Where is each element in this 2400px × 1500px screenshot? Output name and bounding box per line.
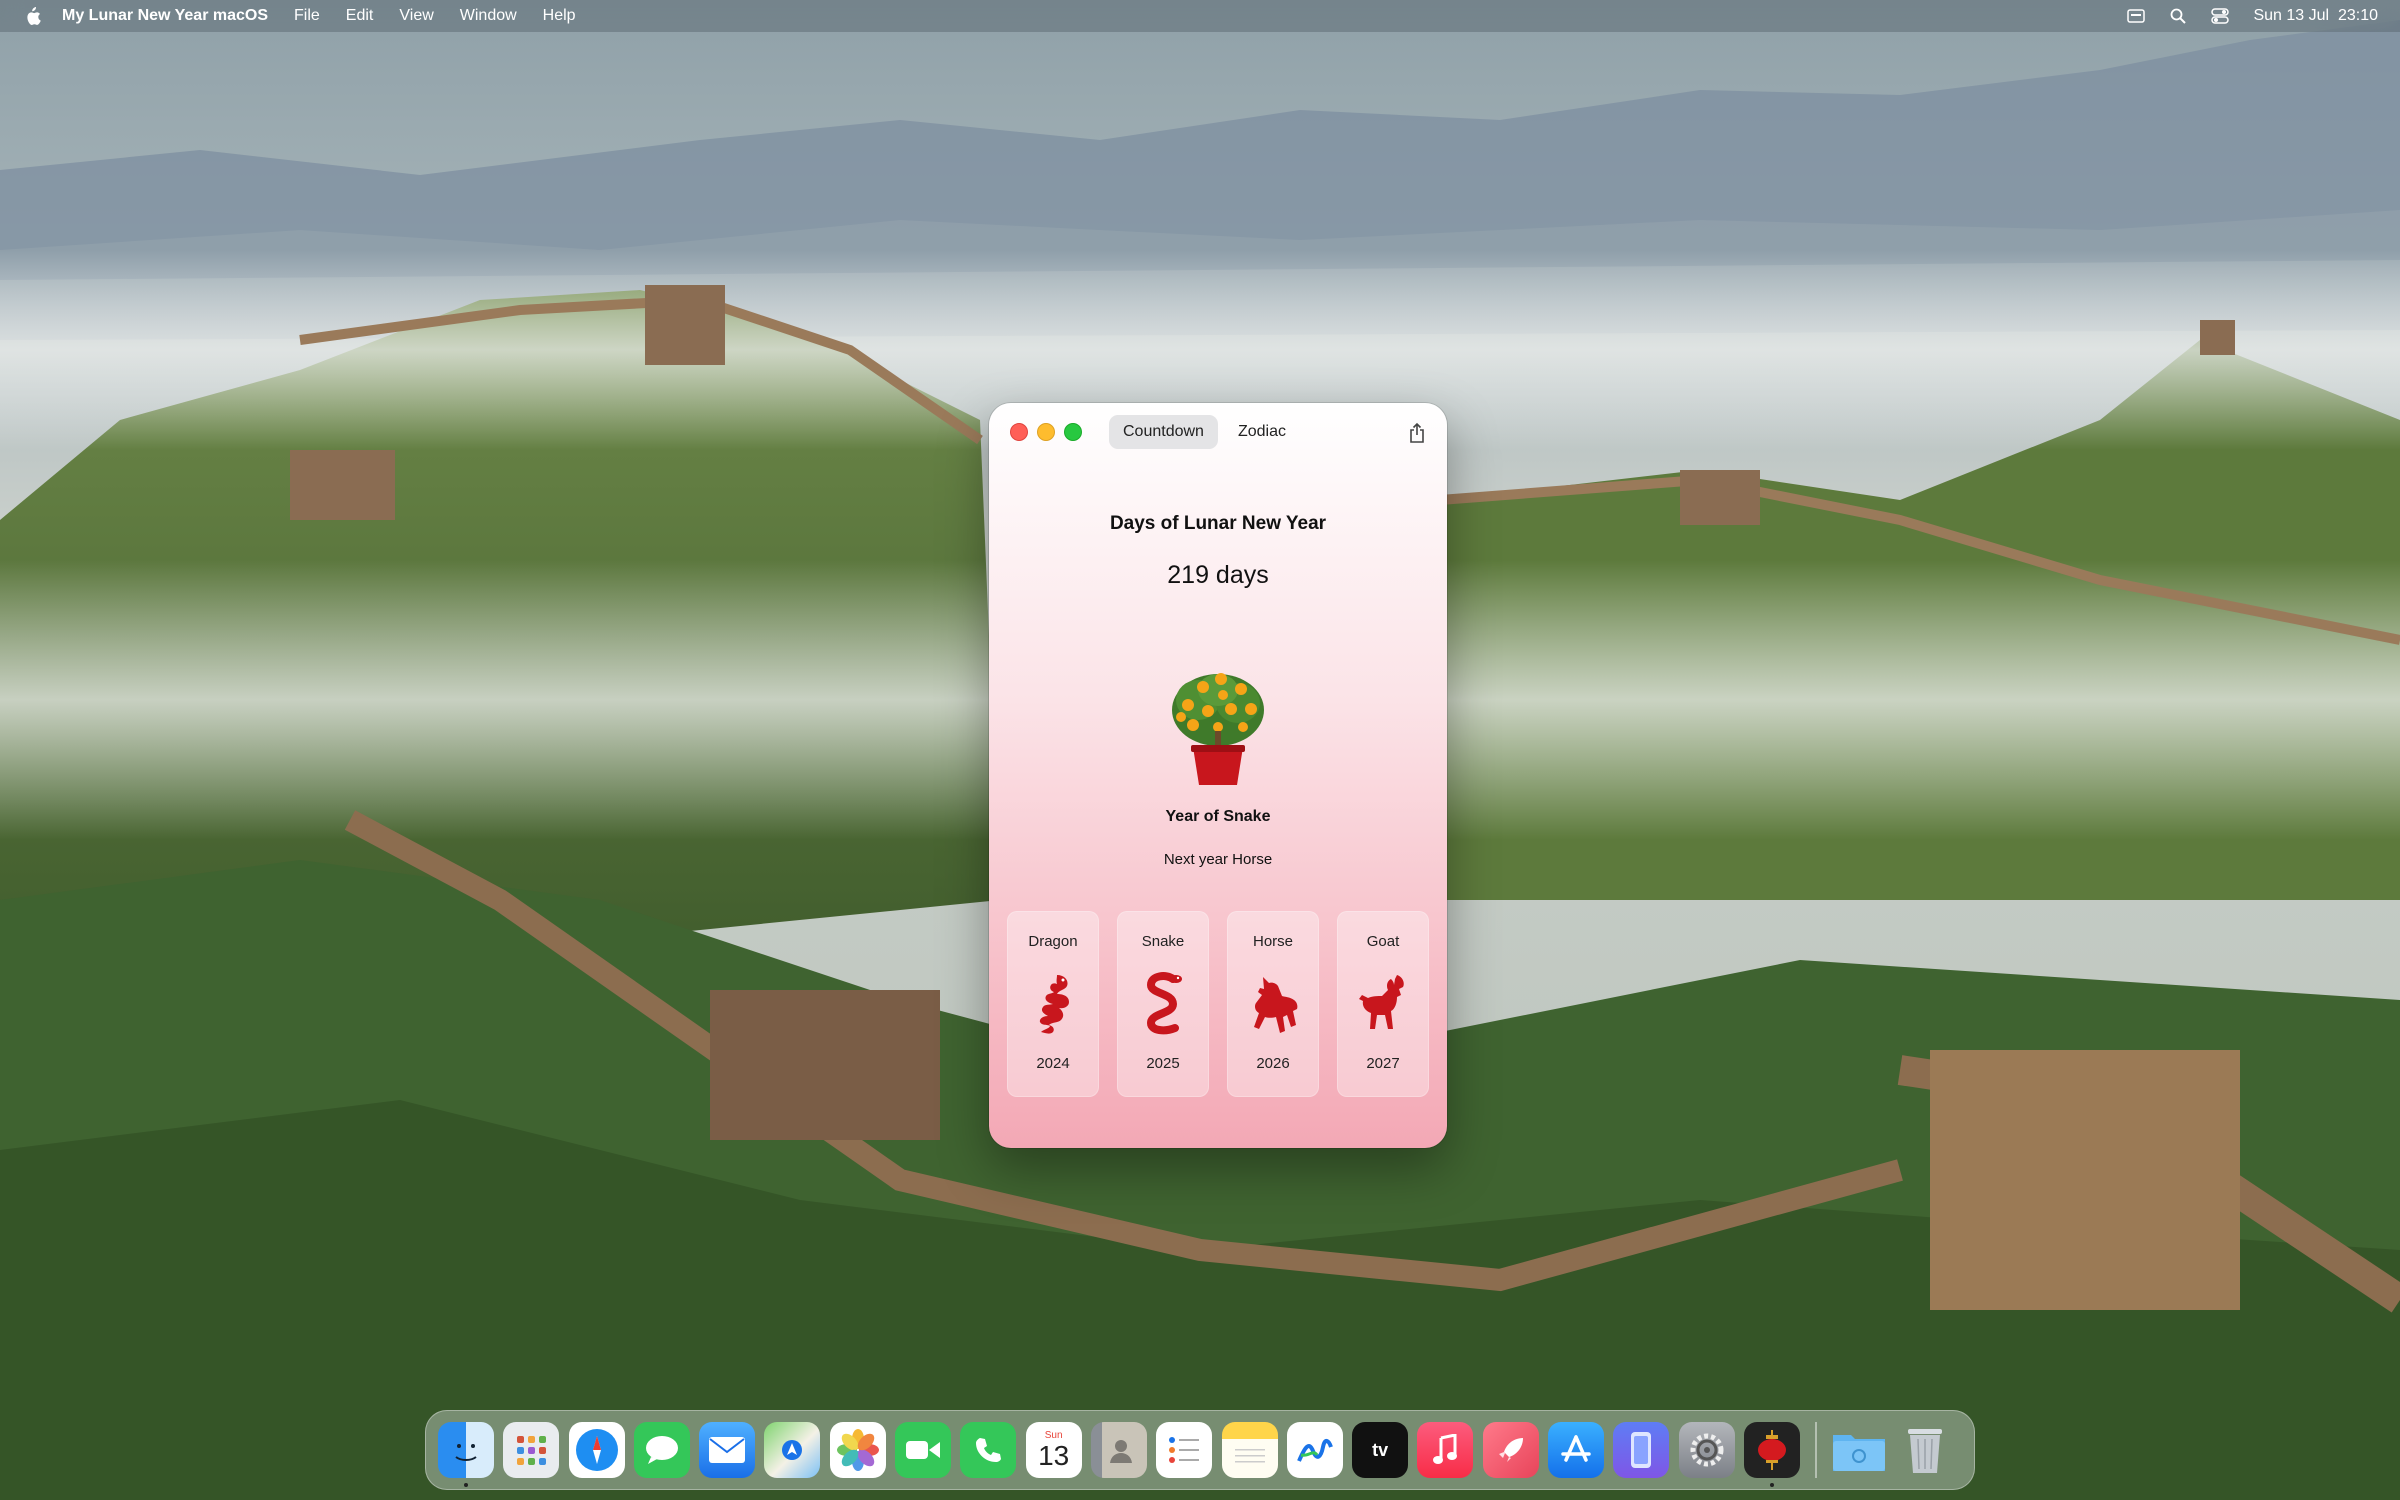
zodiac-card-year: 2027 (1366, 1055, 1400, 1072)
menu-window[interactable]: Window (460, 7, 517, 25)
zodiac-card-name: Dragon (1028, 933, 1078, 950)
messages-icon (634, 1422, 690, 1478)
menu-file[interactable]: File (294, 7, 320, 25)
rocket-icon (1483, 1422, 1539, 1478)
dock-finder[interactable] (438, 1422, 494, 1487)
dragon-icon (1039, 975, 1069, 1034)
dock-app-store[interactable] (1548, 1422, 1605, 1478)
dock-music[interactable] (1417, 1422, 1474, 1478)
dock-contacts[interactable] (1090, 1422, 1147, 1478)
dock-mail[interactable] (699, 1422, 756, 1478)
reminders-icon (1156, 1422, 1212, 1478)
zodiac-card-name: Snake (1141, 933, 1185, 950)
mail-icon (699, 1422, 755, 1478)
phone-icon (960, 1422, 1016, 1478)
menu-bar: My Lunar New Year macOS File Edit View W… (0, 0, 2400, 32)
dock-trash[interactable] (1897, 1422, 1953, 1478)
zodiac-card-year: 2024 (1036, 1055, 1070, 1072)
dock-launchpad[interactable] (503, 1422, 560, 1478)
next-zodiac-year: Next year Horse (1163, 851, 1273, 868)
app-window: Countdown Zodiac Days of Lunar New Year … (989, 403, 1447, 1148)
apple-tv-icon: tv (1372, 1439, 1389, 1460)
dock-rocket[interactable] (1482, 1422, 1539, 1478)
app-menu-name[interactable]: My Lunar New Year macOS (62, 7, 268, 25)
dock-photos[interactable] (829, 1422, 886, 1478)
maps-icon (764, 1422, 820, 1478)
zodiac-card-goat[interactable]: Goat 2027 (1337, 911, 1429, 1097)
spotlight-search-icon[interactable] (2169, 7, 2187, 25)
days-remaining: 219 days (1167, 561, 1269, 589)
finder-icon (438, 1422, 494, 1478)
dock-freeform[interactable] (1286, 1422, 1343, 1478)
menu-view[interactable]: View (399, 7, 433, 25)
folder-icon (1831, 1422, 1887, 1478)
contacts-icon (1091, 1422, 1147, 1478)
dock-tv[interactable]: tv (1352, 1422, 1409, 1478)
music-icon (1417, 1422, 1473, 1478)
dock-messages[interactable] (633, 1422, 690, 1478)
snake-icon (1146, 972, 1182, 1035)
zodiac-card-horse[interactable]: Horse 2026 (1227, 911, 1319, 1097)
current-zodiac-year: Year of Snake (1165, 808, 1271, 825)
dock-facetime[interactable] (895, 1422, 952, 1478)
share-icon (1410, 422, 1424, 443)
window-close-button[interactable] (1010, 423, 1028, 441)
keyboard-input-icon[interactable] (2127, 7, 2146, 25)
dock-reminders[interactable] (1156, 1422, 1213, 1478)
dock-lunar-new-year-app[interactable] (1743, 1422, 1800, 1487)
dock: Sun 13 tv (425, 1410, 1975, 1490)
menubar-clock[interactable]: Sun 13 Jul 23:10 (2253, 7, 2378, 25)
dock-notes[interactable] (1221, 1422, 1278, 1478)
zodiac-card-dragon[interactable]: Dragon 2024 (1007, 911, 1099, 1097)
zodiac-card-name: Goat (1366, 933, 1400, 950)
menu-edit[interactable]: Edit (346, 7, 374, 25)
calendar-icon: Sun 13 (1026, 1422, 1082, 1478)
zodiac-card-snake[interactable]: Snake 2025 (1117, 911, 1209, 1097)
running-indicator (464, 1483, 468, 1487)
dock-phone[interactable] (960, 1422, 1017, 1478)
menu-help[interactable]: Help (543, 7, 576, 25)
dock-system-settings[interactable] (1678, 1422, 1735, 1478)
running-indicator (1769, 1483, 1774, 1487)
tab-countdown[interactable]: Countdown (1109, 415, 1218, 449)
zodiac-card-year: 2025 (1146, 1055, 1180, 1072)
launchpad-icon (503, 1422, 559, 1478)
facetime-icon (895, 1422, 951, 1478)
trash-icon (1897, 1422, 1953, 1478)
countdown-title: Days of Lunar New Year (1109, 513, 1327, 534)
zodiac-card-name: Horse (1252, 933, 1293, 950)
gear-icon (1679, 1422, 1735, 1478)
notes-icon (1222, 1422, 1278, 1478)
horse-icon (1254, 977, 1298, 1033)
calendar-day: 13 (1038, 1440, 1070, 1471)
kumquat-tree-icon (1172, 673, 1264, 785)
window-minimize-button[interactable] (1037, 423, 1055, 441)
freeform-icon (1287, 1422, 1343, 1478)
dock-calendar[interactable]: Sun 13 (1025, 1422, 1082, 1478)
iphone-mirroring-icon (1613, 1422, 1669, 1478)
dock-separator (1815, 1422, 1818, 1478)
apple-logo-icon[interactable] (24, 6, 42, 26)
zodiac-card-year: 2026 (1256, 1055, 1290, 1072)
dock-safari[interactable] (568, 1422, 625, 1478)
dock-downloads-folder[interactable] (1831, 1422, 1887, 1478)
window-zoom-button[interactable] (1064, 423, 1082, 441)
red-lantern-icon (1744, 1422, 1800, 1478)
dock-maps[interactable] (764, 1422, 821, 1478)
tab-bar: Countdown Zodiac (1109, 415, 1300, 449)
control-center-icon[interactable] (2211, 7, 2230, 25)
dock-iphone-mirroring[interactable] (1613, 1422, 1670, 1478)
zodiac-card-row: Dragon 2024 Snake 2025 Horse 2026 Goat 2… (1007, 911, 1429, 1099)
goat-icon (1359, 975, 1404, 1029)
share-button[interactable] (1405, 421, 1429, 445)
photos-icon (830, 1422, 886, 1478)
safari-icon (569, 1422, 625, 1478)
tab-zodiac[interactable]: Zodiac (1224, 415, 1300, 449)
app-store-icon (1548, 1422, 1604, 1478)
